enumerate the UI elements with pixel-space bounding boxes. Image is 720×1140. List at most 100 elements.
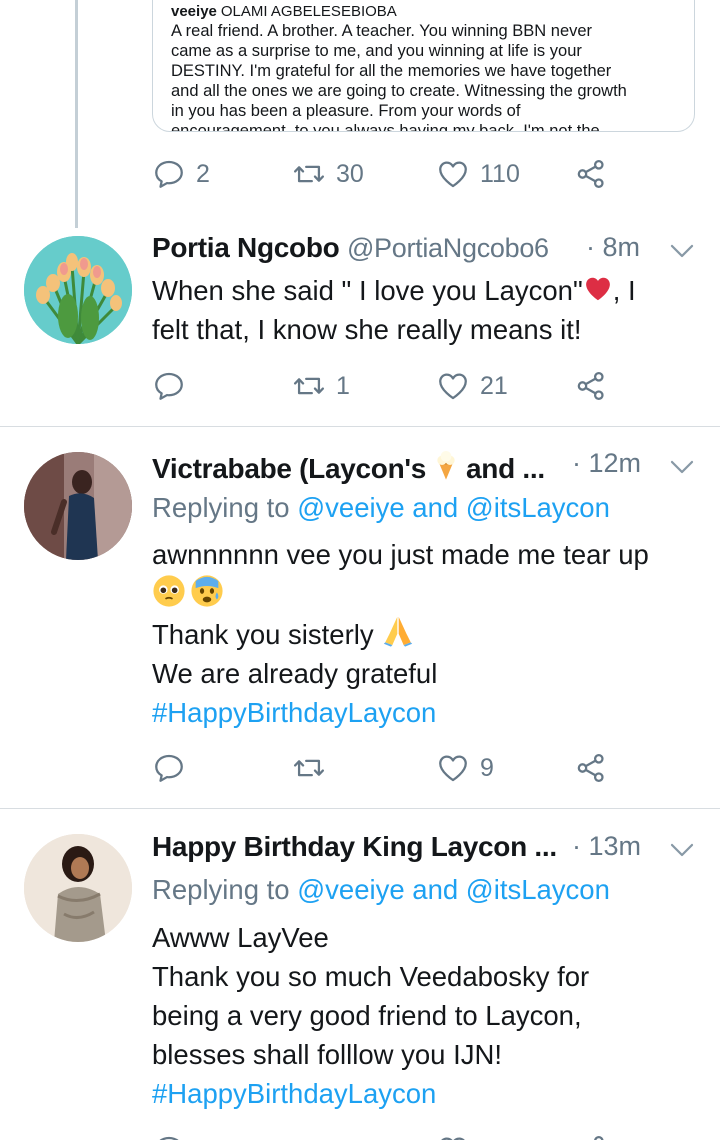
reply-icon [152,1133,186,1140]
like-count: 21 [480,371,508,400]
quoted-text-line: A real friend. A brother. A teacher. You… [171,22,593,40]
tweet-timestamp[interactable]: · 13m [572,831,641,862]
tweet-text-part: Thank you sisterly [152,619,374,650]
quoted-tweet-card[interactable]: veeiye OLAMI AGBELESEBIOBA A real friend.… [152,0,695,132]
like-count: 9 [480,753,494,782]
quoted-author-name: OLAMI AGBELESEBIOBA [220,3,397,20]
tweet-text-line: When she said " I love you Laycon" , I [152,271,697,310]
retweet-icon [292,751,326,785]
tweet-header: Victrababe (Laycon's and ... · 12m [152,448,697,488]
tweet-text: Awww LayVee Thank you so much Veedabosky… [152,918,697,1113]
replying-to-line: Replying to @veeiye and @itsLaycon [152,492,610,524]
tweet-header: Portia Ngcobo @PortiaNgcobo6 · 8m [152,232,697,272]
tulips-avatar-image [24,236,132,344]
retweet-count: 30 [336,159,364,188]
tweet-text: When she said " I love you Laycon" , I fe… [152,271,697,349]
tweet-text-line: Awww LayVee [152,922,329,953]
like-icon [436,369,470,403]
chevron-down-icon[interactable] [667,236,697,266]
tweet-timestamp[interactable]: · 12m [572,448,641,479]
share-icon [574,1133,608,1140]
retweet-button[interactable] [292,1130,326,1140]
main-tweet-actions: 2 30 110 [152,154,622,194]
heart-emoji [585,277,610,301]
like-icon [436,1133,470,1140]
retweet-button[interactable] [292,748,326,788]
tweet-header: Happy Birthday King Laycon ... · 13m [152,831,697,871]
tweet-timestamp[interactable]: · 8m [586,232,640,263]
display-name-text: and ... [466,453,545,484]
tweet-text: awnnnnnn vee you just made me tear up Th… [152,535,697,732]
like-button[interactable]: 21 [436,366,508,406]
chevron-down-icon[interactable] [667,452,697,482]
like-button[interactable]: 110 [436,154,520,194]
tweet-text-part: When she said " I love you Laycon" [152,275,583,306]
display-name-text: Victrababe (Laycon's [152,453,427,484]
quoted-text-line: in you has been a pleasure. From your wo… [171,102,521,120]
retweet-count: 1 [336,371,350,400]
share-button[interactable] [574,1130,608,1140]
quoted-text-line: encouragement, to you always having my b… [171,122,600,132]
reply-mentions-link[interactable]: @veeiye and @itsLaycon [297,492,610,523]
reply-icon [152,751,186,785]
chevron-down-icon[interactable] [667,835,697,865]
retweet-button[interactable]: 1 [292,366,350,406]
reply-icon [152,369,186,403]
tweet-text-line: blesses shall folllow you IJN! [152,1039,503,1070]
tweet-text-line: felt that, I know she really means it! [152,314,582,345]
retweet-button[interactable]: 30 [292,154,364,194]
quoted-text-line: came as a surprise to me, and you winnin… [171,42,582,60]
thread-connector-line [75,0,78,228]
emoji-line [152,574,697,614]
pleading-face-emoji [153,575,185,607]
reply-button[interactable] [152,1130,186,1140]
retweet-icon [292,369,326,403]
reply-button[interactable] [152,748,186,788]
profile-photo-image [24,452,132,560]
replying-to-label: Replying to [152,492,290,523]
share-button[interactable] [574,154,608,194]
tweet-actions [152,1130,622,1140]
share-button[interactable] [574,748,608,788]
share-button[interactable] [574,366,608,406]
hashtag-link[interactable]: #HappyBirthdayLaycon [152,1074,697,1113]
tweet-actions: 9 [152,748,622,788]
user-display-name[interactable]: Portia Ngcobo @PortiaNgcobo6 [152,232,549,264]
quoted-text-line: DESTINY. I'm grateful for all the memori… [171,62,612,80]
avatar[interactable] [24,236,132,344]
tweet-divider [0,808,720,809]
quoted-author-username: veeiye [171,3,217,20]
tweet-text-line: awnnnnnn vee you just made me tear up [152,539,649,570]
reply-button[interactable]: 2 [152,154,210,194]
hashtag-link[interactable]: #HappyBirthdayLaycon [152,693,697,732]
reply-button[interactable] [152,366,186,406]
share-icon [574,369,608,403]
tweet-text-line: being a very good friend to Laycon, [152,1000,582,1031]
quoted-text-line: and all the ones we are going to create.… [171,82,627,100]
tweet-divider [0,426,720,427]
user-display-name[interactable]: Victrababe (Laycon's and ... [152,448,545,485]
tweet-text-part: , I [612,275,636,306]
share-icon [574,157,608,191]
replying-to-label: Replying to [152,874,290,905]
quoted-tweet-text: A real friend. A brother. A teacher. You… [171,21,676,132]
user-handle[interactable]: @PortiaNgcobo6 [347,233,549,263]
reply-count: 2 [196,159,210,188]
like-button[interactable] [436,1130,470,1140]
reply-mentions-link[interactable]: @veeiye and @itsLaycon [297,874,610,905]
tweet-actions: 1 21 [152,366,622,406]
tweet-text-line: Thank you sisterly [152,614,697,654]
quoted-tweet-author: veeiye OLAMI AGBELESEBIOBA [171,3,676,21]
tweet-text-line: We are already grateful [152,658,438,689]
like-button[interactable]: 9 [436,748,494,788]
share-icon [574,751,608,785]
like-icon [436,157,470,191]
tweet-text-line: Thank you so much Veedabosky for [152,961,590,992]
retweet-icon [292,1133,326,1140]
avatar[interactable] [24,452,132,560]
avatar[interactable] [24,834,132,942]
like-icon [436,751,470,785]
anxious-face-emoji [191,575,223,607]
folded-hands-emoji [384,616,413,647]
user-display-name[interactable]: Happy Birthday King Laycon ... [152,831,557,863]
